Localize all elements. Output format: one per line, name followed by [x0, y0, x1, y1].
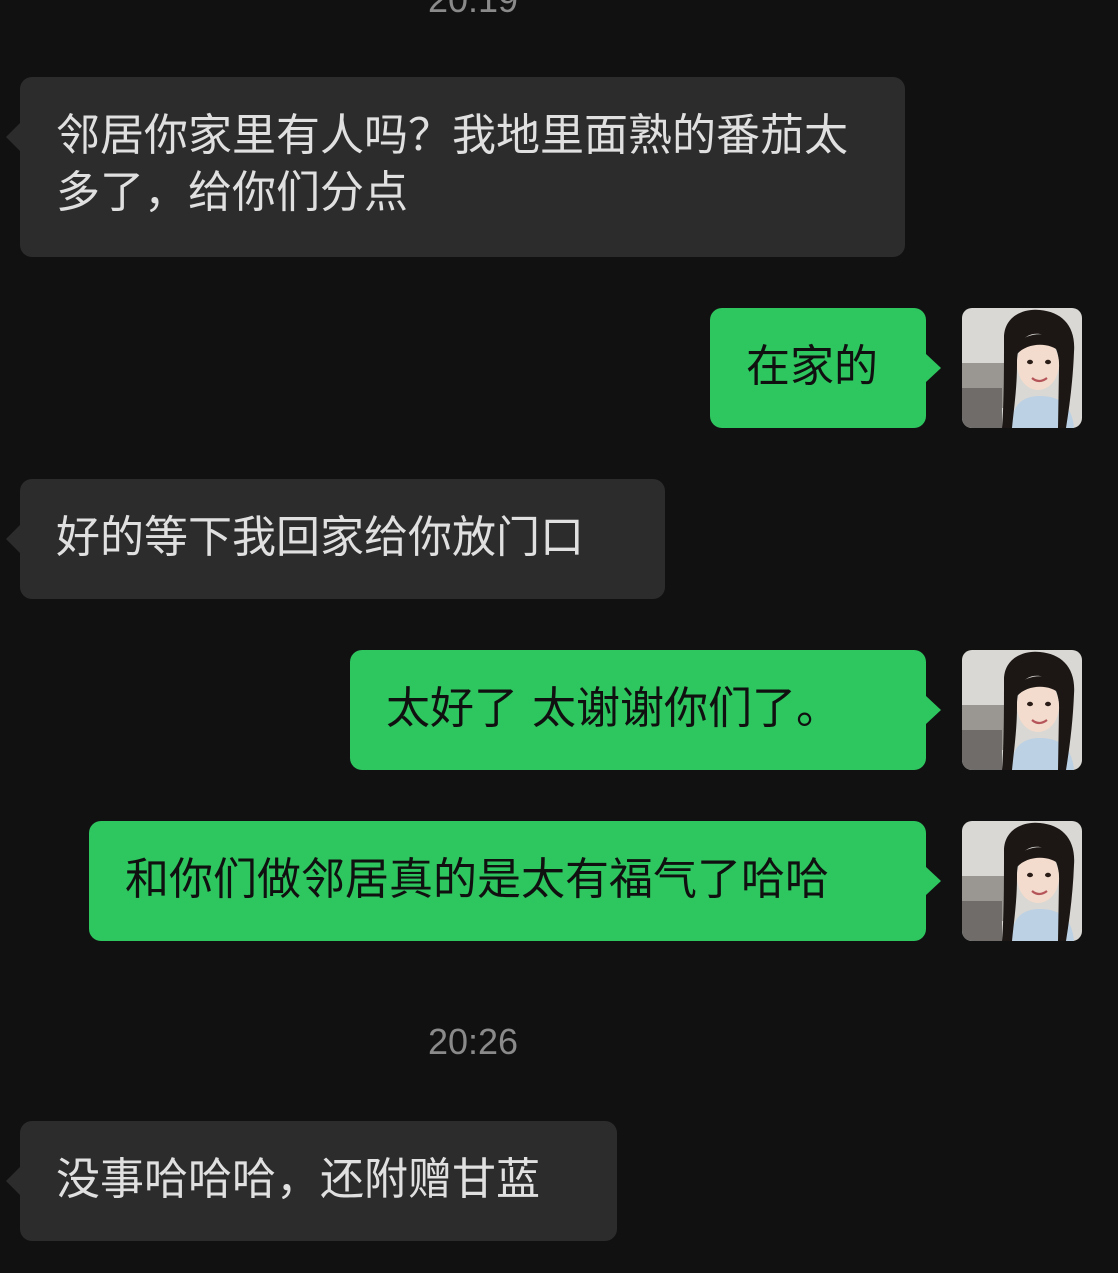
message-bubble-sent[interactable]: 在家的 — [710, 308, 941, 428]
message-bubble-sent[interactable]: 太好了 太谢谢你们了。 — [350, 650, 941, 770]
message-bubble-received[interactable]: 邻居你家里有人吗？我地里面熟的番茄太多了，给你们分点 — [6, 77, 905, 257]
message-bubble-received[interactable]: 没事哈哈哈，还附赠甘蓝 — [6, 1121, 617, 1241]
timestamp: 20:26 — [427, 1021, 519, 1062]
user-avatar-icon[interactable] — [962, 821, 1082, 941]
timestamp-partial: 20:19 — [0, 0, 946, 20]
user-avatar-icon[interactable] — [962, 308, 1082, 428]
user-avatar-icon[interactable] — [962, 650, 1082, 770]
message-bubble-sent[interactable]: 和你们做邻居真的是太有福气了哈哈 — [89, 821, 941, 941]
message-bubble-received[interactable]: 好的等下我回家给你放门口 — [6, 479, 665, 599]
